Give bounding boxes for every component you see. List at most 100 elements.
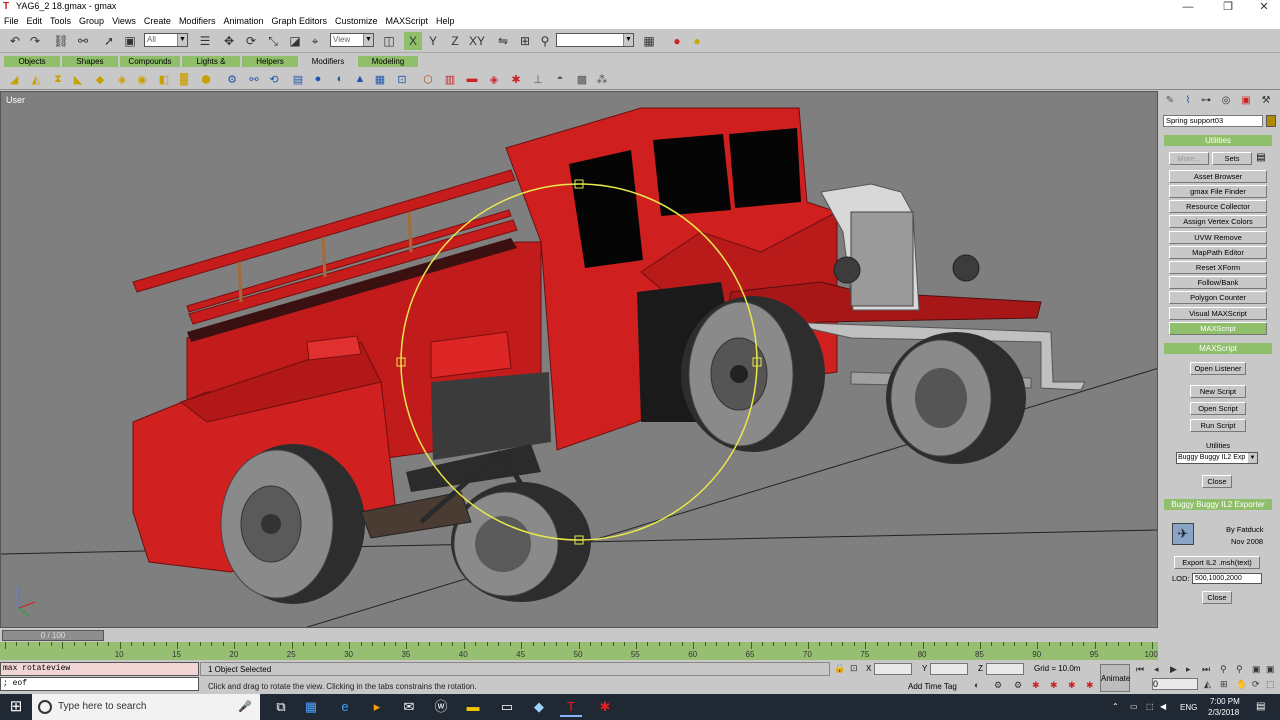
play-icon[interactable]: ▶	[1170, 664, 1177, 675]
menu-create[interactable]: Create	[140, 14, 175, 28]
menu-file[interactable]: File	[0, 14, 23, 28]
skew-icon[interactable]: ◈	[114, 71, 130, 87]
app-w-icon[interactable]: ⓦ	[430, 697, 452, 717]
tab-objects[interactable]: Objects	[4, 56, 60, 67]
region-zoom-icon[interactable]: ⊞	[1220, 679, 1228, 690]
set-key-icon[interactable]: ⚙	[1014, 680, 1022, 691]
create-panel-icon[interactable]: ✎	[1162, 94, 1178, 108]
tray-language[interactable]: ENG	[1180, 703, 1197, 712]
xform-icon[interactable]: ⊡	[394, 71, 410, 87]
key-tangent-icon[interactable]: ✱	[1050, 680, 1058, 691]
key-color-icon[interactable]: ✱	[1086, 680, 1094, 691]
open-script-button[interactable]: Open Script	[1190, 402, 1246, 415]
select-object-icon[interactable]: ➚	[100, 32, 118, 50]
store-icon[interactable]: ▦	[300, 697, 322, 717]
export-il2-button[interactable]: Export IL2 .msh(text)	[1174, 556, 1260, 569]
ref-coord-dropdown[interactable]: View ▼	[330, 33, 374, 47]
restrict-y-icon[interactable]: Y	[424, 32, 442, 50]
wave-icon[interactable]: ▓	[176, 71, 192, 87]
uvw-map-icon[interactable]: ⚙	[224, 71, 240, 87]
sets-button[interactable]: Sets	[1212, 152, 1252, 165]
lock-selection-icon[interactable]: 🔒	[834, 663, 845, 674]
use-center-icon[interactable]: ◫	[380, 32, 398, 50]
cap-holes-icon[interactable]: ◓	[552, 71, 568, 87]
mesh-select-icon[interactable]: ⟲	[266, 71, 282, 87]
tray-time[interactable]: 7:00 PM	[1210, 697, 1240, 706]
minimize-button[interactable]: —	[1168, 0, 1208, 14]
go-to-start-icon[interactable]: ⏮	[1136, 664, 1144, 675]
uvw-remove-button[interactable]: UVW Remove	[1169, 231, 1267, 244]
tray-monitor-icon[interactable]: ▭	[1130, 702, 1138, 711]
configure-sets-icon[interactable]: ▤	[1255, 152, 1267, 164]
x-coordinate-field[interactable]	[874, 663, 912, 675]
more-button[interactable]: More...	[1169, 152, 1209, 165]
material-mod-icon[interactable]: ⬡	[420, 71, 436, 87]
assign-vertex-colors-button[interactable]: Assign Vertex Colors	[1169, 215, 1267, 228]
hierarchy-panel-icon[interactable]: ⊶	[1198, 94, 1214, 108]
snap-icon[interactable]: ⚲	[536, 32, 554, 50]
ffd-icon[interactable]: ◉	[134, 71, 150, 87]
time-slider[interactable]: 0 / 100	[0, 629, 1158, 642]
tray-volume-icon[interactable]: ◀	[1160, 702, 1166, 711]
time-slider-thumb[interactable]: 0 / 100	[2, 630, 104, 641]
menu-graph-editors[interactable]: Graph Editors	[267, 14, 331, 28]
monitor-icon[interactable]: ▭	[496, 697, 518, 717]
menu-maxscript[interactable]: MAXScript	[382, 14, 433, 28]
mappath-editor-button[interactable]: MapPath Editor	[1169, 246, 1267, 259]
current-frame-field[interactable]: 0	[1152, 678, 1198, 690]
select-link-icon[interactable]: ⛓	[52, 32, 70, 50]
stretch-icon[interactable]: ◆	[92, 71, 108, 87]
tab-shapes[interactable]: Shapes	[62, 56, 118, 67]
tab-modifiers[interactable]: Modifiers	[300, 56, 356, 67]
unlink-icon[interactable]: ⚯	[74, 32, 92, 50]
app-red-icon[interactable]: ✱	[594, 697, 616, 717]
motion-panel-icon[interactable]: ◎	[1218, 94, 1234, 108]
tray-network-icon[interactable]: ⬚	[1146, 702, 1154, 711]
tab-helpers[interactable]: Helpers	[242, 56, 298, 67]
resource-collector-button[interactable]: Resource Collector	[1169, 200, 1267, 213]
app-blue-icon[interactable]: ◆	[528, 697, 550, 717]
microphone-icon[interactable]: 🎤	[238, 700, 252, 713]
absolute-mode-icon[interactable]: ⊡	[850, 663, 858, 674]
restore-button[interactable]: ❐	[1208, 0, 1248, 14]
object-color-swatch[interactable]	[1266, 115, 1276, 127]
key-mode-icon[interactable]: ◐	[974, 680, 979, 690]
rotate-icon[interactable]: ⟳	[242, 32, 260, 50]
smooth-icon[interactable]: ●	[310, 71, 326, 87]
pan-icon[interactable]: ✋	[1236, 679, 1247, 690]
utilities-panel-icon[interactable]: ⚒	[1258, 94, 1274, 108]
menu-views[interactable]: Views	[108, 14, 140, 28]
utilities-rollout-header[interactable]: Utilities	[1164, 135, 1272, 146]
z-coordinate-field[interactable]	[986, 663, 1024, 675]
meshsmooth-icon[interactable]: ▬	[464, 71, 480, 87]
taper-icon[interactable]: ◭	[28, 71, 44, 87]
menu-animation[interactable]: Animation	[219, 14, 267, 28]
exporter-rollout-header[interactable]: Buggy Buggy IL2 Exporter	[1164, 499, 1272, 510]
tessellate-icon[interactable]: ◈	[486, 71, 502, 87]
go-to-end-icon[interactable]: ⏭	[1202, 664, 1210, 675]
bend-icon[interactable]: ◢	[6, 71, 22, 87]
restrict-z-icon[interactable]: Z	[446, 32, 464, 50]
task-view-icon[interactable]: ⧉	[270, 697, 292, 717]
pivot-icon[interactable]: ⌖	[306, 32, 324, 50]
add-time-tag-button[interactable]: Add Time Tag	[908, 682, 957, 691]
arc-rotate-icon[interactable]: ⟳	[1252, 679, 1260, 690]
extrude-icon[interactable]: ▲	[352, 71, 368, 87]
notifications-icon[interactable]: ▤	[1256, 701, 1265, 712]
tab-compounds[interactable]: Compounds	[120, 56, 180, 67]
zoom-icon[interactable]: ⚲	[1220, 664, 1227, 675]
run-script-button[interactable]: Run Script	[1190, 419, 1246, 432]
relax-icon[interactable]: ✱	[508, 71, 524, 87]
maxscript-output-mini[interactable]: ; eof	[0, 677, 199, 691]
tray-up-arrow-icon[interactable]: ⌃	[1112, 702, 1119, 711]
move-icon[interactable]: ✥	[220, 32, 238, 50]
mail-icon[interactable]: ✉	[398, 697, 420, 717]
twist-icon[interactable]: ⧗	[50, 71, 66, 87]
noise-icon[interactable]: ◣	[70, 71, 86, 87]
align-icon[interactable]: ⊞	[516, 32, 534, 50]
new-script-button[interactable]: New Script	[1190, 385, 1246, 398]
close-button[interactable]: ✕	[1244, 0, 1280, 14]
menu-customize[interactable]: Customize	[331, 14, 382, 28]
ripple-icon[interactable]: ⬢	[198, 71, 214, 87]
maxscript-utility-button[interactable]: MAXScript	[1169, 322, 1267, 335]
